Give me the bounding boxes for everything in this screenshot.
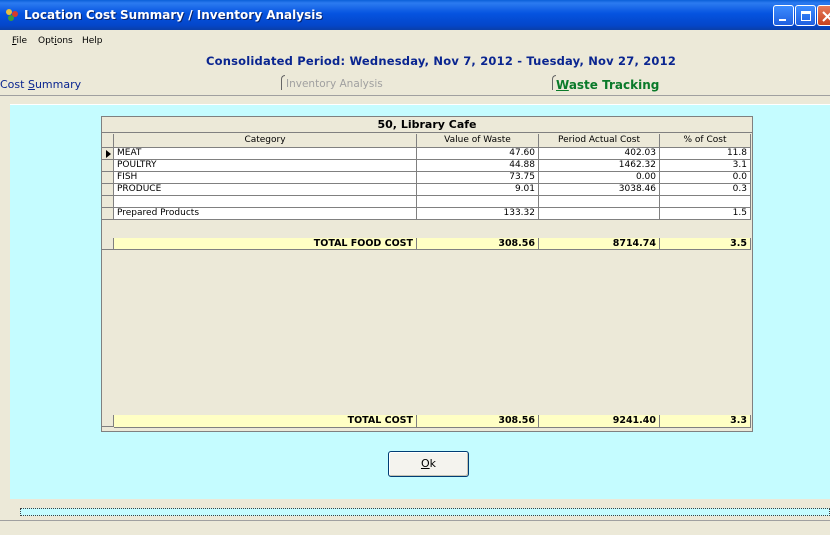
minimize-icon xyxy=(779,19,786,21)
cell-cost[interactable]: 0.00 xyxy=(539,172,660,184)
ok-button-mnemonic: O xyxy=(420,457,430,470)
tab-cost-summary-prefix: Cost xyxy=(0,78,28,91)
row-indicator[interactable] xyxy=(102,208,114,220)
tab-waste-tracking-mnemonic: W xyxy=(556,78,569,92)
table-row[interactable]: FISH 73.75 0.00 0.0 xyxy=(102,172,752,184)
tab-cost-summary[interactable]: Cost Summary xyxy=(0,78,81,91)
food-total-row: TOTAL FOOD COST 308.56 8714.74 3.5 xyxy=(102,238,752,250)
cell-pct[interactable]: 0.0 xyxy=(660,172,751,184)
header-period-actual-cost[interactable]: Period Actual Cost xyxy=(539,134,660,148)
close-icon xyxy=(822,11,830,22)
cell-waste[interactable]: 47.60 xyxy=(417,148,539,160)
header-indicator xyxy=(102,134,114,148)
grand-total-row: TOTAL COST 308.56 9241.40 3.3 xyxy=(102,415,752,428)
food-total-waste: 308.56 xyxy=(417,238,539,250)
table-row[interactable]: POULTRY 44.88 1462.32 3.1 xyxy=(102,160,752,172)
cell-waste[interactable]: 44.88 xyxy=(417,160,539,172)
cell-cost[interactable] xyxy=(539,196,660,208)
ok-button[interactable]: Ok xyxy=(388,451,469,477)
grand-total-waste: 308.56 xyxy=(417,415,539,428)
menu-options-label: ons xyxy=(56,36,73,46)
table-row[interactable]: MEAT 47.60 402.03 11.8 xyxy=(102,148,752,160)
cell-pct[interactable]: 1.5 xyxy=(660,208,751,220)
tab-divider xyxy=(0,95,830,96)
menu-help[interactable]: Help xyxy=(82,36,103,46)
row-indicator[interactable] xyxy=(102,184,114,196)
period-title: Consolidated Period: Wednesday, Nov 7, 2… xyxy=(206,54,677,68)
maximize-button[interactable] xyxy=(795,5,816,26)
table-row[interactable] xyxy=(102,196,752,208)
tab-cost-summary-mnemonic: S xyxy=(27,78,35,91)
cell-pct[interactable]: 0.3 xyxy=(660,184,751,196)
row-indicator[interactable] xyxy=(102,148,114,160)
tab-bar: Cost Summary Inventory Analysis Waste Tr… xyxy=(0,74,830,94)
food-total-label: TOTAL FOOD COST xyxy=(114,238,417,250)
bottom-divider xyxy=(0,520,830,521)
cell-category[interactable]: Prepared Products xyxy=(114,208,417,220)
current-row-arrow-icon xyxy=(106,150,111,158)
row-indicator[interactable] xyxy=(102,160,114,172)
cell-cost[interactable] xyxy=(539,208,660,220)
row-indicator xyxy=(102,415,114,427)
close-button[interactable] xyxy=(817,5,830,26)
app-icon xyxy=(6,9,18,21)
cell-category[interactable]: FISH xyxy=(114,172,417,184)
cell-category[interactable]: PRODUCE xyxy=(114,184,417,196)
cell-cost[interactable]: 3038.46 xyxy=(539,184,660,196)
table-row[interactable]: PRODUCE 9.01 3038.46 0.3 xyxy=(102,184,752,196)
row-indicator xyxy=(102,238,114,250)
table-row[interactable]: Prepared Products 133.32 1.5 xyxy=(102,208,752,220)
minimize-button[interactable] xyxy=(773,5,794,26)
menu-options-prefix: Opt xyxy=(38,36,55,46)
ok-button-label: k xyxy=(429,457,437,470)
food-total-pct: 3.5 xyxy=(660,238,751,250)
cell-cost[interactable]: 1462.32 xyxy=(539,160,660,172)
row-indicator[interactable] xyxy=(102,196,114,208)
grid-header: Category Value of Waste Period Actual Co… xyxy=(102,134,752,148)
food-total-cost: 8714.74 xyxy=(539,238,660,250)
cell-category[interactable]: POULTRY xyxy=(114,160,417,172)
grid-title: 50, Library Cafe xyxy=(102,117,752,133)
tab-waste-tracking[interactable]: Waste Tracking xyxy=(556,78,659,92)
tab-waste-tracking-label: aste Tracking xyxy=(568,78,660,92)
row-indicator[interactable] xyxy=(102,172,114,184)
cell-pct[interactable] xyxy=(660,196,751,208)
tab-inventory-analysis[interactable]: Inventory Analysis xyxy=(286,78,383,90)
cell-waste[interactable]: 133.32 xyxy=(417,208,539,220)
waste-grid: 50, Library Cafe Category Value of Waste… xyxy=(101,116,753,432)
menu-bar: File Options Help xyxy=(0,34,830,52)
cell-waste[interactable]: 9.01 xyxy=(417,184,539,196)
menu-file-label: ile xyxy=(16,36,28,46)
cell-cost[interactable]: 402.03 xyxy=(539,148,660,160)
cell-category[interactable]: MEAT xyxy=(114,148,417,160)
tab-cost-summary-label: ummary xyxy=(34,78,82,91)
grand-total-cost: 9241.40 xyxy=(539,415,660,428)
window-title: Location Cost Summary / Inventory Analys… xyxy=(24,8,323,22)
tab-divider-icon xyxy=(281,75,285,90)
header-category[interactable]: Category xyxy=(114,134,417,148)
grand-total-pct: 3.3 xyxy=(660,415,751,428)
cell-pct[interactable]: 11.8 xyxy=(660,148,751,160)
menu-file[interactable]: File xyxy=(12,36,27,46)
cell-waste[interactable] xyxy=(417,196,539,208)
maximize-icon xyxy=(801,11,811,21)
menu-options[interactable]: Options xyxy=(38,36,73,46)
grand-total-label: TOTAL COST xyxy=(114,415,417,428)
cell-waste[interactable]: 73.75 xyxy=(417,172,539,184)
header-pct-of-cost[interactable]: % of Cost xyxy=(660,134,751,148)
cell-pct[interactable]: 3.1 xyxy=(660,160,751,172)
cell-category[interactable] xyxy=(114,196,417,208)
title-bar: Location Cost Summary / Inventory Analys… xyxy=(0,0,830,30)
header-value-of-waste[interactable]: Value of Waste xyxy=(417,134,539,148)
status-bar xyxy=(20,508,830,516)
